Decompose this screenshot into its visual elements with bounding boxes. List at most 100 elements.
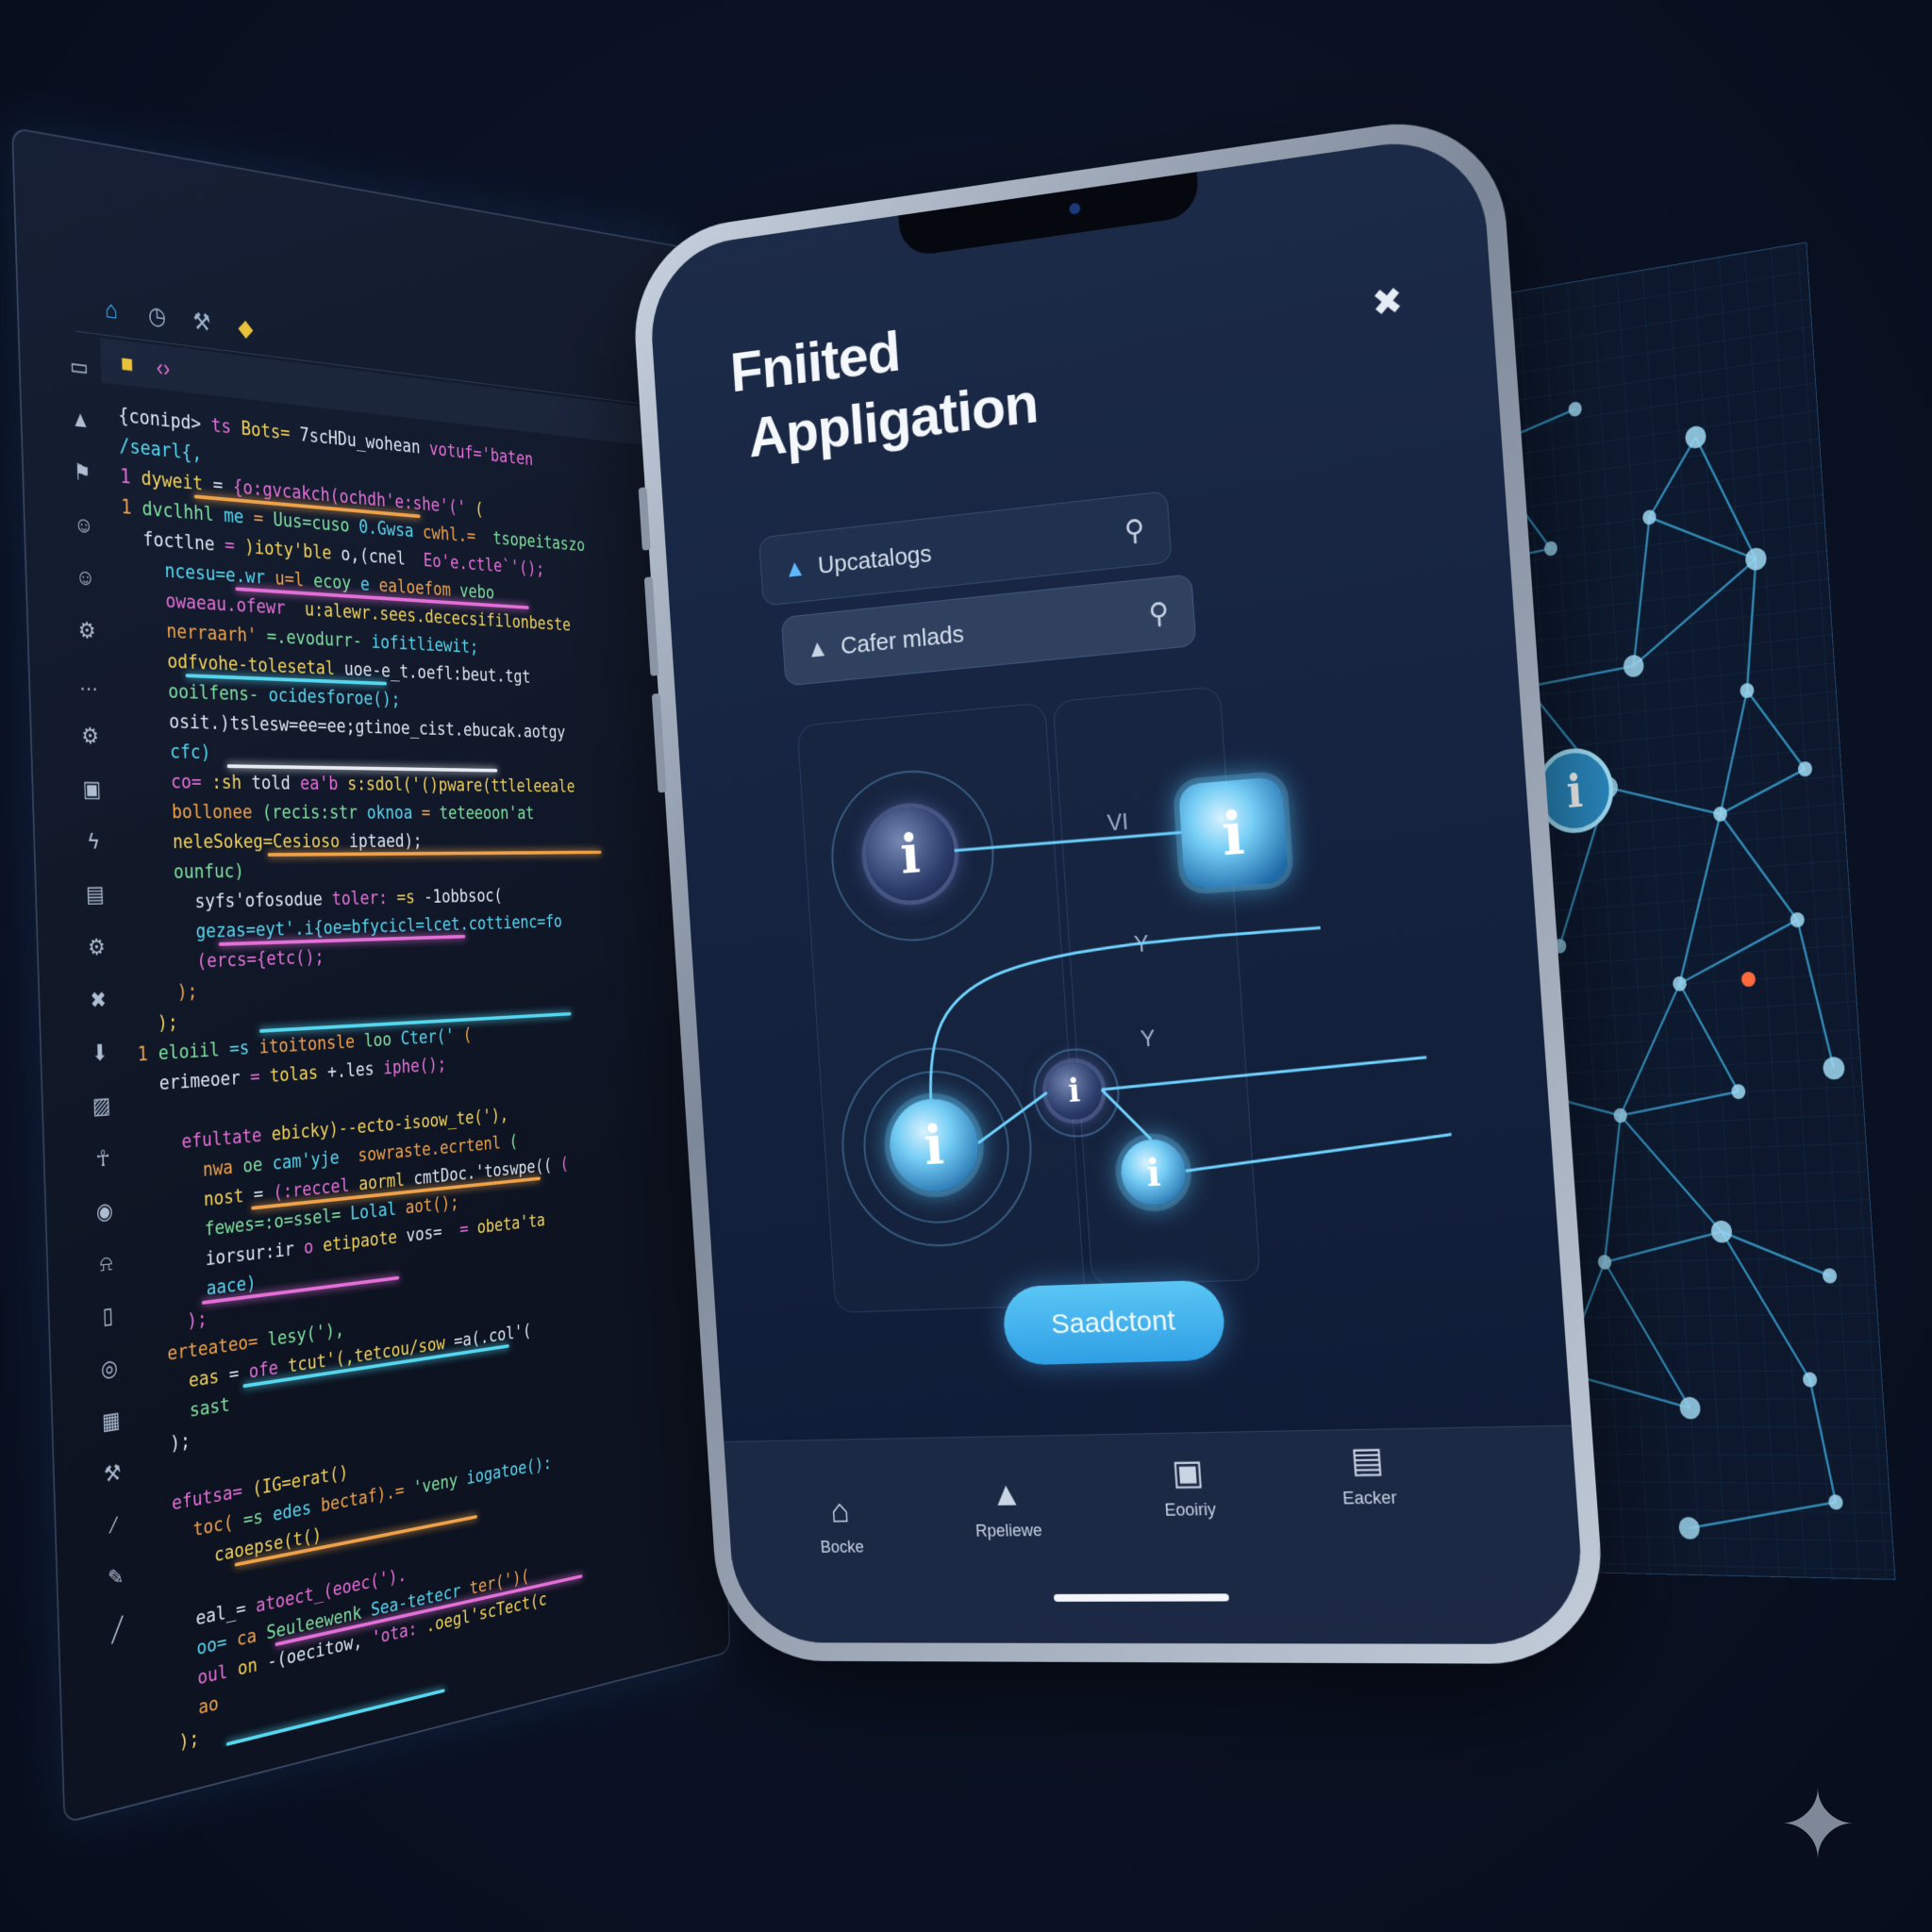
graph-edge bbox=[1810, 1379, 1836, 1502]
graph-node bbox=[1623, 654, 1644, 678]
graph-edge bbox=[1621, 1111, 1722, 1234]
up-icon[interactable]: ▲ bbox=[68, 406, 93, 435]
graph-node bbox=[1673, 976, 1687, 992]
connector-line bbox=[955, 832, 1182, 850]
graph-node bbox=[1828, 1494, 1843, 1509]
bolt-icon[interactable]: ϟ bbox=[81, 829, 107, 856]
graph-edge bbox=[1605, 1260, 1690, 1408]
camera-icon[interactable]: ▣ bbox=[79, 775, 105, 803]
info-icon[interactable]: i bbox=[1178, 776, 1289, 890]
camera-icon: ▣ bbox=[1122, 1452, 1255, 1494]
graph-node bbox=[1568, 401, 1582, 417]
graph-edge bbox=[1595, 1116, 1629, 1262]
box-icon[interactable]: ▨ bbox=[89, 1092, 113, 1121]
graph-edge bbox=[1739, 559, 1764, 691]
graph-node bbox=[1823, 1057, 1845, 1080]
nav-label: Bocke bbox=[781, 1537, 904, 1557]
sparkle-logo-icon: ✦ bbox=[1778, 1778, 1873, 1873]
phone-connectors bbox=[646, 130, 1587, 1643]
device-icon[interactable]: ▯ bbox=[95, 1301, 120, 1331]
graph-node bbox=[1597, 1255, 1611, 1270]
lock-icon[interactable]: ▤ bbox=[82, 881, 108, 908]
nav-label: Rpeliewe bbox=[945, 1521, 1073, 1541]
code-area[interactable]: {conipd> ts Bots= 7scHDu_wohean votuf='b… bbox=[118, 400, 718, 1763]
home-icon: ⌂ bbox=[778, 1491, 902, 1530]
graph-edge bbox=[1644, 437, 1700, 517]
graph-node bbox=[1679, 1397, 1701, 1420]
window-icon[interactable]: ▭ bbox=[66, 352, 92, 382]
graph-edge bbox=[1624, 517, 1659, 666]
wrench-icon[interactable]: ⚒ bbox=[100, 1458, 125, 1490]
nav-item-eooiriy[interactable]: ▣ Eooiriy bbox=[1122, 1452, 1257, 1522]
graph-edge bbox=[1722, 1229, 1810, 1380]
graph-edge bbox=[1607, 777, 1720, 824]
graph-edge bbox=[1627, 559, 1761, 666]
home-icon[interactable]: ⌂ bbox=[99, 293, 124, 325]
connector-line bbox=[1101, 1058, 1428, 1090]
code-line[interactable]: bollonee (recis:str oknoa = teteeoon'at bbox=[129, 797, 697, 827]
nav-item-bocke[interactable]: ⌂ Bocke bbox=[778, 1491, 904, 1557]
person-icon[interactable]: ☺ bbox=[71, 512, 96, 541]
graph-edge bbox=[1695, 430, 1756, 566]
graph-edge bbox=[1612, 984, 1688, 1116]
graph-edge bbox=[1712, 691, 1755, 814]
bottom-navigation: ⌂ Bocke ▲ Rpeliewe ▣ Eooiriy ▤ Eacker bbox=[724, 1425, 1587, 1644]
phone-screen: Fniited Appligation ✖ ▲ Upcatalogs ⚲ ▲ C… bbox=[646, 130, 1587, 1643]
graph-edge bbox=[1721, 808, 1798, 924]
flag-icon[interactable]: ⚑ bbox=[70, 458, 95, 488]
gear-icon[interactable]: ⚙ bbox=[84, 934, 109, 961]
file-yellow-icon[interactable]: ■ bbox=[115, 348, 140, 379]
graph-edge bbox=[1526, 666, 1635, 687]
nav-item-rpeliewe[interactable]: ▲ Rpeliewe bbox=[942, 1474, 1073, 1541]
bag-icon[interactable]: ◉ bbox=[92, 1197, 117, 1226]
graph-node bbox=[1745, 546, 1768, 571]
graph-edge bbox=[1619, 1091, 1740, 1115]
gear-icon[interactable]: ⚙ bbox=[77, 723, 103, 750]
graph-edge bbox=[1797, 918, 1834, 1070]
location-icon[interactable]: ◎ bbox=[97, 1354, 122, 1384]
dots-icon[interactable]: … bbox=[76, 670, 102, 697]
gear-icon[interactable]: ⚙ bbox=[75, 617, 100, 645]
person-icon[interactable]: ☺ bbox=[73, 564, 98, 591]
graph-node bbox=[1678, 1517, 1700, 1540]
code-editor-panel: ⌂ ◷ ⚒ ◆ ■ ‹› ▭ ▲ ⚑ ☺ ☺ ⚙ … ⚙ ▣ ϟ ▤ ⚙ ✖ ⬇ ▨ ☥ ◉ ⍾ ▯ ◎ ▦ ⚒ ∕ ✎ ╱ {… bbox=[11, 126, 730, 1824]
wand-icon[interactable]: ∕ bbox=[102, 1511, 126, 1541]
primary-action-button[interactable]: Saadctont bbox=[1002, 1279, 1227, 1365]
connector-line bbox=[1102, 1087, 1151, 1141]
primary-button-label: Saadctont bbox=[1050, 1305, 1176, 1341]
connector-line bbox=[975, 1092, 1050, 1142]
pen-icon[interactable]: ✎ bbox=[104, 1562, 128, 1593]
upload-icon: ▲ bbox=[942, 1474, 1071, 1514]
graph-edge bbox=[1718, 769, 1807, 814]
phone-mockup: Fniited Appligation ✖ ▲ Upcatalogs ⚲ ▲ C… bbox=[628, 108, 1608, 1664]
clock-icon[interactable]: ◷ bbox=[145, 300, 170, 331]
info-glyph: i bbox=[1565, 765, 1584, 820]
graph-edge bbox=[1676, 920, 1801, 984]
graph-node bbox=[1642, 509, 1657, 525]
tag-icon[interactable]: ◆ bbox=[234, 312, 258, 342]
nav-label: Eacker bbox=[1302, 1488, 1439, 1509]
nav-label: Eooiriy bbox=[1124, 1499, 1257, 1521]
graph-edge bbox=[1603, 1232, 1724, 1262]
alert-dot bbox=[1741, 972, 1757, 988]
graph-node bbox=[1822, 1268, 1837, 1283]
graph-node bbox=[1685, 425, 1707, 449]
nav-item-eacker[interactable]: ▤ Eacker bbox=[1299, 1439, 1439, 1509]
brush-icon[interactable]: ╱ bbox=[105, 1614, 129, 1646]
run-icon[interactable]: ☥ bbox=[91, 1144, 115, 1174]
graph-edge bbox=[1669, 814, 1731, 984]
clipboard-icon: ▤ bbox=[1299, 1439, 1437, 1482]
close-icon[interactable]: ✖ bbox=[86, 987, 111, 1015]
tools-icon[interactable]: ⚒ bbox=[190, 307, 213, 337]
graph-edge bbox=[1649, 504, 1756, 572]
graph-edge bbox=[1722, 1229, 1830, 1278]
bracket-icon[interactable]: ‹› bbox=[151, 353, 175, 383]
graph-edge bbox=[1688, 1500, 1838, 1530]
graph-node bbox=[1731, 1084, 1746, 1099]
graph-edge bbox=[1680, 980, 1739, 1093]
bell-icon[interactable]: ⍾ bbox=[93, 1250, 118, 1278]
down-arrow-icon[interactable]: ⬇ bbox=[88, 1040, 113, 1068]
info-glyph: i bbox=[1220, 797, 1247, 869]
folder-icon[interactable]: ▦ bbox=[98, 1407, 123, 1437]
home-indicator[interactable] bbox=[1054, 1593, 1229, 1602]
